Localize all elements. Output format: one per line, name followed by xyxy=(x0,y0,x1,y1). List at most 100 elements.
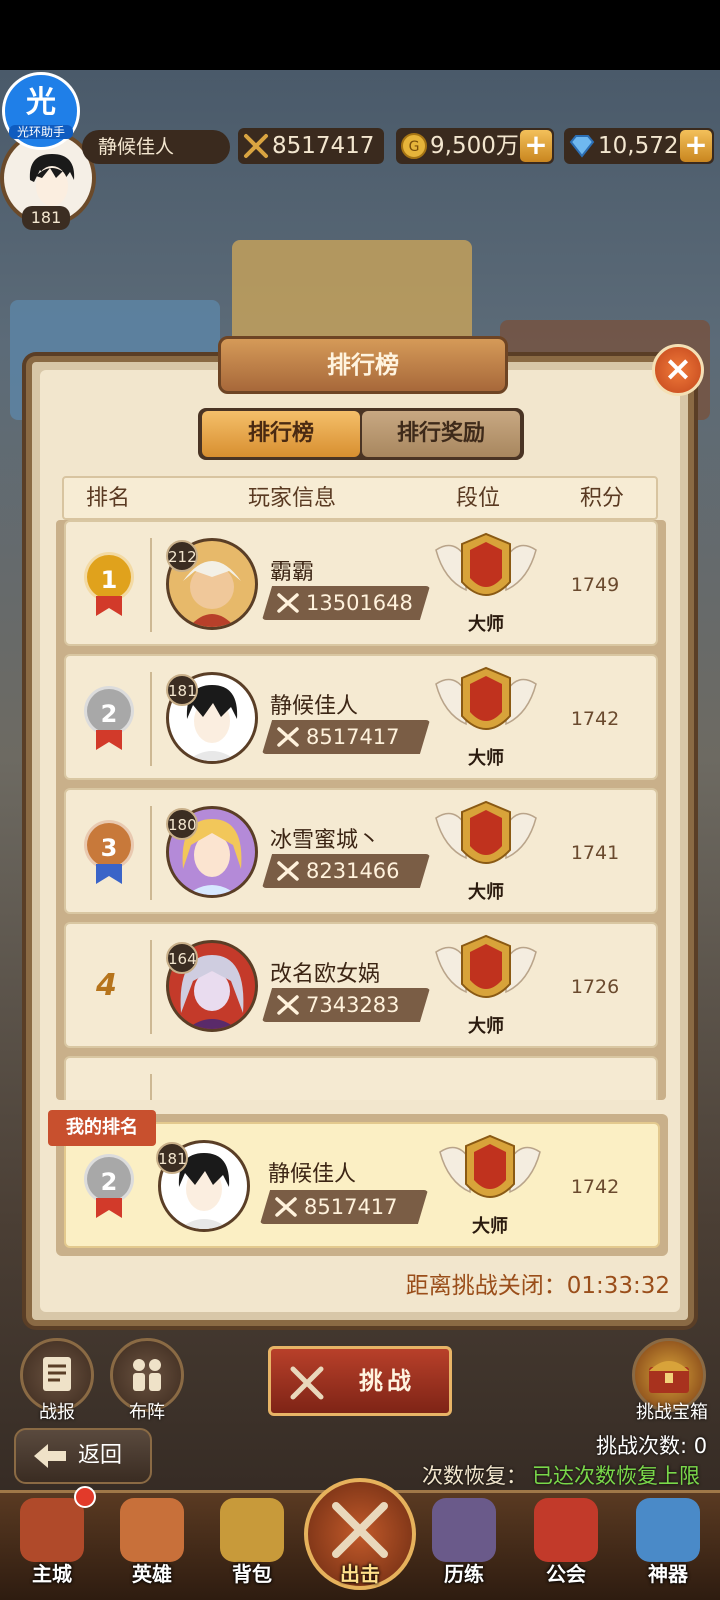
tab-leaderboard[interactable]: 排行榜 xyxy=(202,411,360,457)
table-row[interactable]: 1 212 霸霸 13501648 大师 1749 xyxy=(64,520,658,646)
nav-label: 主城 xyxy=(32,1562,72,1586)
app-badge-char: 光 xyxy=(26,85,56,120)
nav-backpack[interactable]: 背包 xyxy=(206,1494,298,1594)
crossed-swords-icon xyxy=(277,995,299,1015)
nav-label: 英雄 xyxy=(132,1562,172,1586)
nav-label: 公会 xyxy=(546,1562,586,1586)
column-score: 积分 xyxy=(580,486,625,511)
ranking-list[interactable]: 1 212 霸霸 13501648 大师 1749 2 181 静候佳人 851… xyxy=(56,520,666,1100)
player-name: 静候佳人 xyxy=(82,130,230,164)
app-badge-text: 光环助手 xyxy=(9,125,73,139)
master-tier-icon xyxy=(435,666,537,730)
bronze-medal-icon: 3 xyxy=(80,820,138,886)
tier-label: 大师 xyxy=(468,1016,504,1037)
table-header: 排名 玩家信息 段位 积分 xyxy=(62,476,658,520)
recovery-label: 次数恢复： xyxy=(422,1464,527,1488)
tab-rewards[interactable]: 排行奖励 xyxy=(362,411,520,457)
player-name: 静候佳人 xyxy=(270,694,359,719)
challenge-button[interactable]: 挑战 xyxy=(268,1346,452,1416)
player-level-badge: 181 xyxy=(22,206,70,230)
status-bar xyxy=(0,0,720,70)
combat-power: 7343283 xyxy=(262,988,430,1022)
table-row[interactable]: 4 164 改名欧女娲 7343283 大师 1726 xyxy=(64,922,658,1048)
medal-rank: 3 xyxy=(84,820,134,870)
crossed-swords-icon xyxy=(328,1498,392,1562)
nav-sortie[interactable]: 出击 xyxy=(314,1494,406,1594)
hero-icon xyxy=(120,1498,184,1562)
nav-label: 出击 xyxy=(340,1562,380,1586)
tier-emblem: 大师 xyxy=(434,798,538,908)
score-value: 1726 xyxy=(570,976,620,998)
castle-icon xyxy=(20,1498,84,1562)
column-tier: 段位 xyxy=(456,486,501,511)
diamond-icon xyxy=(569,135,595,158)
column-rank: 排名 xyxy=(86,486,131,511)
countdown-label: 距离挑战关闭： xyxy=(405,1273,567,1299)
medal-rank: 2 xyxy=(84,686,134,736)
challenge-countdown: 距离挑战关闭：01:33:32 xyxy=(360,1266,670,1300)
player-level-badge: 181 xyxy=(156,1142,188,1174)
table-row[interactable] xyxy=(64,1056,658,1100)
silver-medal-icon: 2 xyxy=(80,686,138,752)
player-name: 改名欧女娲 xyxy=(270,962,381,987)
nav-training[interactable]: 历练 xyxy=(418,1494,510,1594)
back-button[interactable]: 返回 xyxy=(14,1428,152,1484)
diamond-value: 10,572 xyxy=(598,133,679,159)
table-row[interactable]: 3 180 冰雪蜜城丶 8231466 大师 1741 xyxy=(64,788,658,914)
nav-main-city[interactable]: 主城 xyxy=(6,1494,98,1594)
combat-power-value: 7343283 xyxy=(306,993,400,1017)
gold-display: G 9,500万 + xyxy=(396,128,554,164)
diamond-display: 10,572 + xyxy=(564,128,714,164)
formation-label: 布阵 xyxy=(129,1402,165,1423)
combat-power-value: 8231466 xyxy=(306,859,400,883)
tier-emblem: 大师 xyxy=(434,530,538,640)
silver-medal-icon: 2 xyxy=(80,1154,138,1220)
artifact-icon xyxy=(636,1498,700,1562)
score-value: 1742 xyxy=(570,708,620,730)
backpack-icon xyxy=(220,1498,284,1562)
tier-label: 大师 xyxy=(472,1216,508,1237)
table-row[interactable]: 2 181 静候佳人 8517417 大师 1742 xyxy=(64,654,658,780)
combat-power: 13501648 xyxy=(262,586,430,620)
nav-label: 背包 xyxy=(232,1562,272,1586)
combat-power-display: 8517417 xyxy=(238,128,384,164)
nav-label: 历练 xyxy=(444,1562,484,1586)
back-label: 返回 xyxy=(78,1443,123,1468)
tier-label: 大师 xyxy=(468,748,504,769)
master-tier-icon xyxy=(435,800,537,864)
master-tier-icon xyxy=(439,1134,541,1198)
crossed-swords-icon xyxy=(277,861,299,881)
challenge-label: 挑战 xyxy=(359,1367,415,1395)
tower-icon xyxy=(432,1498,496,1562)
player-level-badge: 180 xyxy=(166,808,198,840)
tier-label: 大师 xyxy=(468,882,504,903)
notification-dot xyxy=(74,1486,96,1508)
my-rank-tag: 我的排名 xyxy=(48,1110,156,1146)
nav-heroes[interactable]: 英雄 xyxy=(106,1494,198,1594)
combat-power-value: 8517417 xyxy=(272,133,375,159)
player-name: 静候佳人 xyxy=(268,1162,357,1187)
player-level-badge: 164 xyxy=(166,942,198,974)
tier-emblem: 大师 xyxy=(434,664,538,774)
close-button[interactable]: × xyxy=(652,344,704,396)
nav-label: 神器 xyxy=(648,1562,688,1586)
crossed-swords-icon xyxy=(277,727,299,747)
gold-value: 9,500万 xyxy=(430,133,519,159)
combat-power: 8517417 xyxy=(262,720,430,754)
svg-text:G: G xyxy=(409,139,420,155)
player-level-badge: 181 xyxy=(166,674,198,706)
nav-artifact[interactable]: 神器 xyxy=(622,1494,714,1594)
guild-shield-icon xyxy=(534,1498,598,1562)
score-value: 1749 xyxy=(570,574,620,596)
add-gold-button[interactable]: + xyxy=(520,130,552,162)
crossed-swords-icon xyxy=(290,1366,324,1400)
add-diamond-button[interactable]: + xyxy=(680,130,712,162)
column-player-info: 玩家信息 xyxy=(248,486,337,511)
nav-guild[interactable]: 公会 xyxy=(520,1494,612,1594)
tab-bar: 排行榜 排行奖励 xyxy=(198,408,524,460)
app-helper-badge[interactable]: 光 光环助手 xyxy=(2,72,80,150)
combat-power: 8517417 xyxy=(260,1190,428,1224)
challenge-chest-label: 挑战宝箱 xyxy=(636,1402,708,1423)
rank-number: 4 xyxy=(96,968,117,1003)
tier-emblem: 大师 xyxy=(434,932,538,1042)
